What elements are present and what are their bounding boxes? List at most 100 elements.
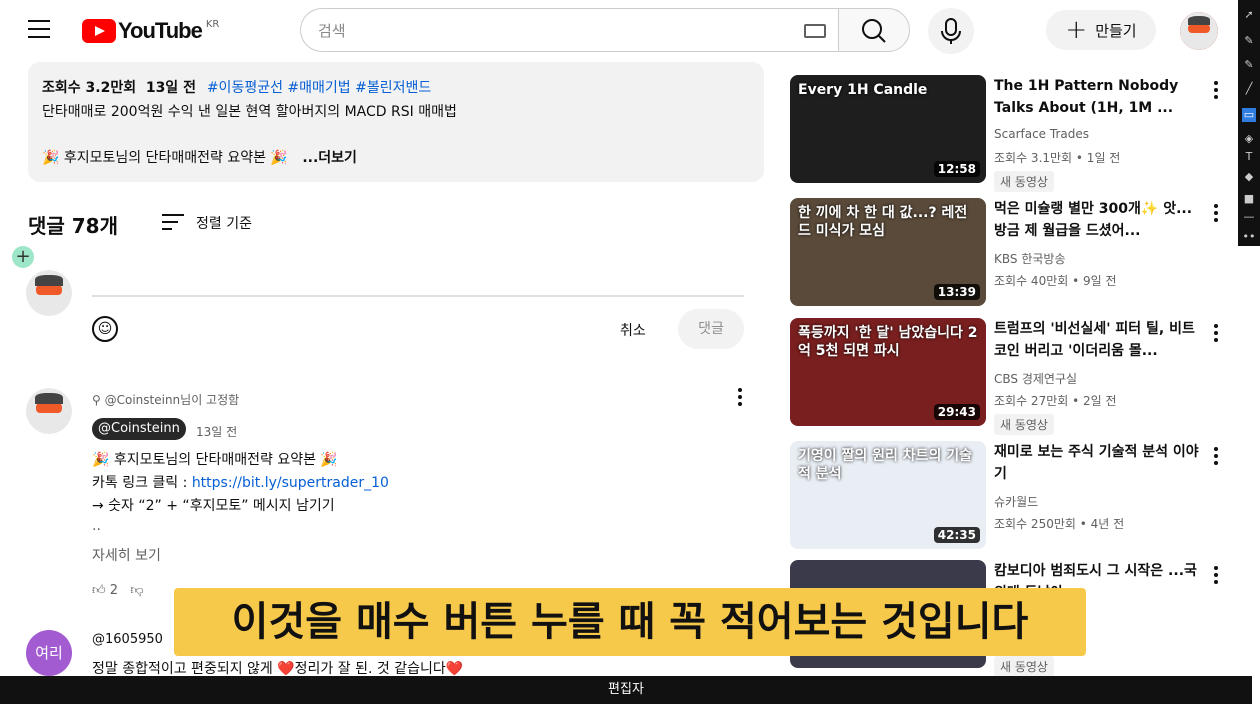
video-duration: 13:39 — [933, 284, 980, 300]
comment-menu-icon[interactable] — [734, 388, 746, 410]
sort-button[interactable]: 정렬 기준 — [196, 213, 252, 233]
user-avatar — [26, 270, 72, 316]
video-duration: 12:58 — [933, 161, 980, 177]
new-badge: 새 동영상 — [994, 656, 1054, 677]
create-label: 만들기 — [1095, 21, 1137, 40]
description-summary: 🎉 후지모토님의 단타매매전략 요약본 🎉 — [42, 150, 288, 166]
stroke-icon[interactable]: — — [1242, 210, 1256, 224]
video-title[interactable]: 먹은 미슐랭 별만 300개✨ 앗... 방금 제 월급을 드셨어... — [994, 198, 1204, 242]
hashtags[interactable]: #이동평균선 #매매기법 #볼린저밴드 — [207, 80, 431, 96]
caption-overlay: 이것을 매수 버튼 누를 때 꼭 적어보는 것입니다 — [174, 588, 1086, 656]
comment-time[interactable]: 13일 전 — [196, 423, 237, 440]
text-icon[interactable]: T — [1242, 150, 1256, 164]
channel-name[interactable]: CBS 경제연구실 — [994, 370, 1077, 387]
like-count: 2 — [109, 583, 119, 598]
description-meta: 조회수 3.2만회 13일 전 #이동평균선 #매매기법 #볼린저밴드 — [42, 77, 431, 97]
submit-comment-button[interactable]: 댓글 — [678, 309, 744, 349]
region-label: KR — [205, 18, 220, 30]
create-button[interactable]: + 만들기 — [1046, 10, 1156, 50]
emoji-icon[interactable]: ☺ — [92, 316, 118, 342]
voice-search-button[interactable] — [928, 8, 974, 54]
related-video-card[interactable]: 기영이 짤의 원리 차트의 기술적 분석 42:35 재미로 보는 주식 기술적 분… — [790, 441, 1230, 551]
comment-text-line: 🎉 후지모토님의 단타매매전략 요약본 🎉 — [92, 452, 338, 468]
youtube-logo[interactable]: YouTube KR — [82, 18, 219, 44]
like-icon[interactable]: 👍︎ — [92, 583, 106, 598]
comment-link[interactable]: https://bit.ly/supertrader_10 — [192, 475, 389, 491]
upload-age: 13일 전 — [145, 80, 196, 96]
cancel-button[interactable]: 취소 — [620, 320, 646, 340]
search-placeholder: 검색 — [318, 22, 346, 40]
eraser-icon[interactable]: ◈ — [1242, 132, 1256, 146]
read-more-link[interactable]: 자세히 보기 — [92, 545, 161, 565]
related-video-card[interactable]: Every 1H Candle 12:58 The 1H Pattern Nobod… — [790, 75, 1230, 192]
video-meta: 조회수 250만회 • 4년 전 — [994, 517, 1125, 531]
search-input[interactable] — [300, 8, 838, 52]
marker-icon[interactable]: ✎ — [1242, 58, 1256, 72]
channel-name[interactable]: 슈카월드 — [994, 493, 1038, 510]
sort-icon[interactable] — [162, 214, 184, 232]
account-avatar[interactable] — [1180, 12, 1218, 50]
related-video-card[interactable]: 폭등까지 '한 달' 남았습니다 2억 5천 되면 파시 29:43 트럼프의 '비… — [790, 318, 1230, 435]
video-menu-icon[interactable] — [1210, 566, 1222, 588]
pin-icon: ⚲ — [92, 393, 105, 407]
like-row: 👍︎ 2 👎︎ — [92, 583, 144, 598]
color-icon[interactable]: ■ — [1242, 192, 1256, 206]
dislike-icon[interactable]: 👎︎ — [130, 583, 143, 598]
new-badge: 새 동영상 — [994, 171, 1054, 192]
description-line: 🎉 후지모토님의 단타매매전략 요약본 🎉 ...더보기 — [42, 147, 357, 167]
video-menu-icon[interactable] — [1210, 81, 1222, 103]
comment-author[interactable]: @1605950 — [92, 632, 163, 647]
search-icon — [862, 19, 886, 43]
video-title[interactable]: The 1H Pattern Nobody Talks About (1H, 1… — [994, 75, 1204, 119]
youtube-play-icon — [82, 19, 116, 43]
annotation-toolbar: ➚ ✎ ✎ ╱ ▭ ◈ T ◆ ■ — •• — [1238, 0, 1260, 246]
menu-icon[interactable] — [28, 20, 52, 40]
video-menu-icon[interactable] — [1210, 324, 1222, 346]
microphone-icon — [941, 18, 961, 44]
video-meta: 조회수 27만회 • 2일 전 — [994, 394, 1117, 408]
description-line: 단타매매로 200억원 수익 낸 일본 현역 할아버지의 MACD RSI 매매… — [42, 104, 457, 120]
comment-author[interactable]: @Coinsteinn — [92, 418, 186, 440]
line-icon[interactable]: ╱ — [1242, 82, 1256, 96]
commenter-avatar[interactable]: 여리 — [26, 630, 72, 676]
video-menu-icon[interactable] — [1210, 204, 1222, 226]
view-count: 조회수 3.2만회 — [42, 80, 137, 96]
video-thumbnail[interactable]: Every 1H Candle 12:58 — [790, 75, 986, 183]
video-thumbnail[interactable]: 한 끼에 차 한 대 값...? 레전드 미식가 모심 13:39 — [790, 198, 986, 306]
show-more-link[interactable]: ...더보기 — [302, 150, 357, 166]
comment-count: 댓글 78개 — [28, 214, 118, 238]
plus-icon: + — [1065, 15, 1088, 45]
video-menu-icon[interactable] — [1210, 447, 1222, 469]
video-duration: 42:35 — [933, 527, 980, 543]
video-duration: 29:43 — [933, 404, 980, 420]
search-button[interactable] — [838, 8, 910, 52]
video-thumbnail[interactable]: 기영이 짤의 원리 차트의 기술적 분석 42:35 — [790, 441, 986, 549]
comment-text-line: .. — [92, 518, 101, 534]
channel-name[interactable]: KBS 한국방송 — [994, 250, 1065, 267]
more-tools-icon[interactable]: •• — [1242, 230, 1256, 244]
thumbnail-text: 기영이 짤의 원리 차트의 기술적 분석 — [798, 448, 973, 482]
logo-text: YouTube — [118, 18, 203, 43]
fill-icon[interactable]: ◆ — [1242, 170, 1256, 184]
video-meta: 조회수 40만회 • 9일 전 — [994, 274, 1117, 288]
pinned-text: @Coinsteinn님이 고정함 — [104, 393, 240, 407]
commenter-avatar[interactable] — [26, 388, 72, 434]
comment-text: 정말 종합적이고 편중되지 않게 ❤️정리가 잘 된. 것 같습니다❤️ — [92, 661, 464, 677]
video-title[interactable]: 트럼프의 '비선실세' 피터 틸, 비트코인 버리고 '이더리움 몰... — [994, 318, 1204, 362]
related-video-card[interactable]: 한 끼에 차 한 대 값...? 레전드 미식가 모심 13:39 먹은 미슐랭 별… — [790, 198, 1230, 308]
keyboard-icon[interactable] — [804, 24, 826, 38]
comment-input[interactable] — [92, 295, 744, 297]
video-thumbnail[interactable]: 폭등까지 '한 달' 남았습니다 2억 5천 되면 파시 29:43 — [790, 318, 986, 426]
comment-text-line: 카톡 링크 클릭 : https://bit.ly/supertrader_10 — [92, 472, 389, 492]
thumbnail-text: 폭등까지 '한 달' 남았습니다 2억 5천 되면 파시 — [798, 325, 978, 359]
comment-text-line: → 숫자 “2” + “후지모토” 메시지 남기기 — [92, 498, 335, 514]
rectangle-icon[interactable]: ▭ — [1242, 108, 1256, 122]
cursor-icon[interactable]: ➚ — [1242, 8, 1256, 22]
comment-text: 카톡 링크 클릭 : — [92, 475, 192, 491]
channel-name[interactable]: Scarface Trades — [994, 127, 1089, 141]
video-title[interactable]: 재미로 보는 주식 기술적 분석 이야기 — [994, 441, 1204, 485]
plus-icon[interactable]: + — [12, 246, 34, 268]
pen-icon[interactable]: ✎ — [1242, 34, 1256, 48]
pinned-label: ⚲ @Coinsteinn님이 고정함 — [92, 391, 239, 408]
thumbnail-text: Every 1H Candle — [798, 82, 928, 98]
